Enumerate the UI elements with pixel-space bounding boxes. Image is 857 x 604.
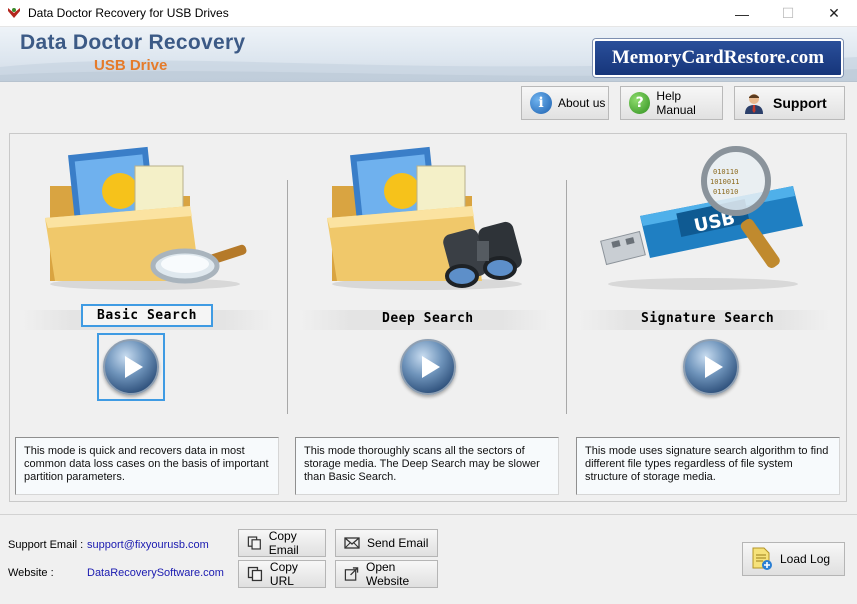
basic-search-play-frame[interactable] (97, 333, 165, 401)
website-link[interactable]: DataRecoverySoftware.com (87, 567, 224, 579)
send-email-button[interactable]: Send Email (335, 529, 438, 557)
basic-search-label[interactable]: Basic Search (81, 304, 213, 327)
open-website-label: Open Website (365, 560, 410, 588)
svg-text:1010011: 1010011 (710, 178, 740, 186)
signature-search-description: This mode uses signature search algorith… (576, 437, 840, 495)
window-controls: — ☐ ✕ (719, 0, 857, 27)
window-title: Data Doctor Recovery for USB Drives (28, 6, 229, 20)
minimize-button[interactable]: — (719, 0, 765, 27)
help-icon: ? (629, 92, 651, 114)
user-icon (745, 94, 763, 114)
copy-icon (247, 566, 263, 582)
maximize-button[interactable]: ☐ (765, 0, 811, 27)
basic-search-start-button[interactable] (103, 339, 159, 395)
help-manual-button[interactable]: ? Help Manual (620, 86, 723, 120)
usb-magnifier-image: USB 010110 1010011 011010 (600, 146, 803, 290)
svg-text:010110: 010110 (713, 168, 738, 176)
send-email-label: Send Email (367, 536, 429, 550)
about-us-label: About us (558, 96, 606, 110)
folder-magnifier-image (45, 146, 247, 290)
play-icon (124, 356, 143, 378)
folder-binoculars-image (327, 146, 522, 290)
footer-divider (0, 514, 857, 515)
support-email-label: Support Email : (8, 539, 84, 551)
website-logo-text: MemoryCardRestore.com (611, 47, 825, 68)
column-divider (566, 180, 567, 414)
help-manual-label: Help Manual (656, 89, 696, 117)
deep-search-play-frame[interactable] (394, 333, 462, 401)
header-banner: Data Doctor Recovery USB Drive MemoryCar… (0, 27, 857, 82)
deep-search-start-button[interactable] (400, 339, 456, 395)
website-label: Website : (8, 567, 54, 579)
signature-search-play-frame[interactable] (677, 333, 745, 401)
support-button[interactable]: Support (734, 86, 845, 120)
brand-title: Data Doctor Recovery (20, 31, 246, 54)
play-icon (704, 356, 723, 378)
support-label: Support (773, 95, 827, 111)
open-website-button[interactable]: Open Website (335, 560, 438, 588)
deep-search-description: This mode thoroughly scans all the secto… (295, 437, 559, 495)
load-log-icon (752, 547, 772, 570)
load-log-button[interactable]: Load Log (742, 542, 845, 576)
deep-search-label[interactable]: Deep Search (382, 311, 474, 326)
envelope-icon (344, 537, 360, 549)
signature-search-start-button[interactable] (683, 339, 739, 395)
basic-search-description: This mode is quick and recovers data in … (15, 437, 279, 495)
copy-email-button[interactable]: Copy Email (238, 529, 326, 557)
copy-email-label: Copy Email (268, 529, 299, 557)
external-link-icon (344, 567, 359, 581)
close-button[interactable]: ✕ (811, 0, 857, 27)
copy-icon (247, 536, 261, 550)
brand-subtitle: USB Drive (94, 57, 168, 74)
search-modes-panel: Basic Search This mode is quick and reco… (9, 133, 847, 502)
copy-url-button[interactable]: Copy URL (238, 560, 326, 588)
app-icon (8, 8, 20, 18)
svg-text:011010: 011010 (713, 188, 738, 196)
load-log-label: Load Log (780, 552, 831, 566)
title-bar: Data Doctor Recovery for USB Drives — ☐ … (0, 0, 857, 27)
play-icon (421, 356, 440, 378)
support-email-link[interactable]: support@fixyourusb.com (87, 539, 209, 551)
website-logo: MemoryCardRestore.com (593, 39, 843, 77)
about-us-button[interactable]: i About us (521, 86, 609, 120)
signature-search-label[interactable]: Signature Search (641, 311, 774, 326)
info-icon: i (530, 92, 552, 114)
column-divider (287, 180, 288, 414)
copy-url-label: Copy URL (269, 560, 298, 588)
